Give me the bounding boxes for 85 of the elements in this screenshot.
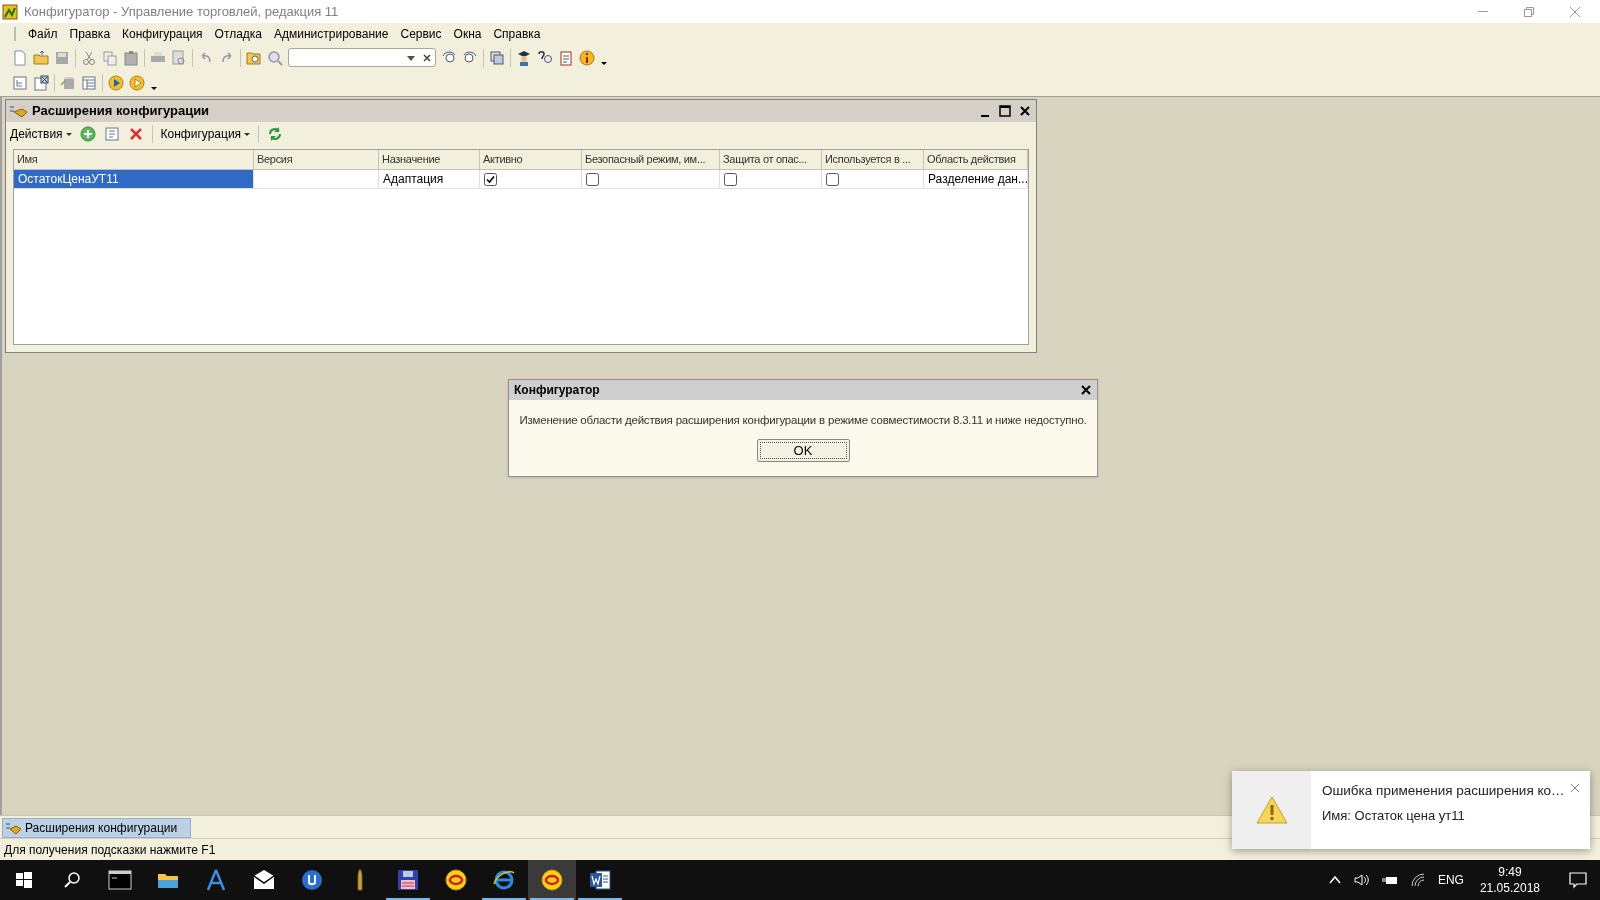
column-header[interactable]: Защита от опас... [720,150,822,169]
caret-icon [244,131,251,137]
dialog-message: Изменение области действия расширения конфигурации в режиме совместимости 8.3.11 и ниже недоступно. [519,413,1087,428]
close-icon[interactable] [1080,384,1092,396]
language-indicator[interactable]: ENG [1437,871,1464,889]
graduate-icon[interactable] [516,49,532,66]
grip-icon [14,25,17,43]
extension-icon [10,104,28,118]
menu-item[interactable]: Конфигурация [121,25,204,43]
column-header[interactable]: Используется в ... [822,150,924,169]
ok-button[interactable]: OK [756,439,850,463]
find-next-icon[interactable] [441,49,457,66]
speech-bubble-icon [1569,871,1587,889]
child-window-title: Расширения конфигурации [32,102,210,121]
menu-item[interactable]: Администрирование [273,25,390,43]
window-title: Конфигуратор - Управление торговлей, редакция 11 [24,2,339,21]
table-cell: ОстатокЦенаУТ11 [14,170,254,188]
restore-icon [1524,6,1534,17]
menu-item[interactable]: Правка [68,25,112,43]
clock[interactable]: 9:49 21.05.2018 [1475,864,1544,896]
delete-icon[interactable] [127,126,144,142]
scissors-icon[interactable] [81,49,97,66]
dialog-title: Конфигуратор [514,382,600,399]
folder-icon[interactable] [33,49,49,66]
column-header[interactable]: Активно [480,150,582,169]
clipboard-icon[interactable] [123,49,139,66]
notification-body: Имя: Остаток цена ут11 [1322,807,1466,826]
table-cell: Адаптация [379,170,480,188]
document-w-icon [588,868,612,892]
menu-button[interactable]: Конфигурация [160,125,251,143]
menu-item[interactable]: Отладка [213,25,264,43]
close-icon[interactable] [1018,104,1032,118]
table-icon[interactable] [81,75,97,91]
browser-e-icon [492,868,516,892]
maximize-icon[interactable] [998,104,1012,118]
find-in-folder-icon[interactable] [246,49,262,66]
print-preview-icon[interactable] [171,49,187,66]
menu-item[interactable]: Файл [27,25,59,43]
drafting-tool-icon [204,868,228,892]
compare-icon[interactable] [33,75,49,91]
wifi-icon[interactable] [1409,872,1426,888]
round-logo-icon [444,868,468,892]
clear-icon[interactable] [422,52,432,63]
app-icon [2,3,18,20]
window-tab[interactable]: Расширения конфигурации [2,818,192,838]
windows-icon[interactable] [489,49,505,66]
extension-icon [6,821,22,835]
column-header[interactable]: Область действия [924,150,1028,169]
round-logo-icon [540,868,564,892]
column-header[interactable]: Назначение [379,150,480,169]
info-icon[interactable] [579,49,595,66]
envelope-icon [252,868,276,892]
windows-logo-icon [16,872,32,888]
warning-icon [1255,796,1288,824]
checkbox[interactable] [826,172,839,186]
search-field[interactable] [288,48,436,67]
notification-title: Ошибка применения расширения ко… [1322,782,1566,800]
menu-button[interactable]: Действия [10,125,72,143]
checkbox[interactable] [586,172,599,186]
bullet-icon [357,868,363,892]
terminal-icon [108,868,132,892]
volume-icon[interactable] [1353,872,1370,888]
menu-item[interactable]: Сервис [399,25,443,43]
minimize-icon [1478,10,1488,13]
taskbar-button[interactable] [528,860,576,900]
column-header[interactable]: Безопасный режим, им... [582,150,720,169]
help-search-icon[interactable] [537,49,553,66]
column-header[interactable]: Имя [14,150,254,169]
table-cell: Разделение дан... [924,170,1028,188]
refresh-icon[interactable] [267,126,284,142]
find-previous-icon[interactable] [462,49,478,66]
menu-item[interactable]: Справка [492,25,542,43]
menu-item[interactable]: Окна [452,25,483,43]
status-hint: Для получения подсказки нажмите F1 [4,841,216,859]
checkbox[interactable] [484,172,497,186]
run-icon[interactable] [108,75,124,91]
checkbox[interactable] [724,172,737,186]
column-header[interactable]: Версия [254,150,379,169]
caret-icon [65,131,72,137]
help-book-icon[interactable] [558,49,574,66]
run-debug-icon[interactable] [129,75,145,91]
add-icon[interactable] [79,126,96,142]
search-icon [64,872,80,888]
tree-icon[interactable] [12,75,28,91]
close-icon [1570,6,1580,17]
